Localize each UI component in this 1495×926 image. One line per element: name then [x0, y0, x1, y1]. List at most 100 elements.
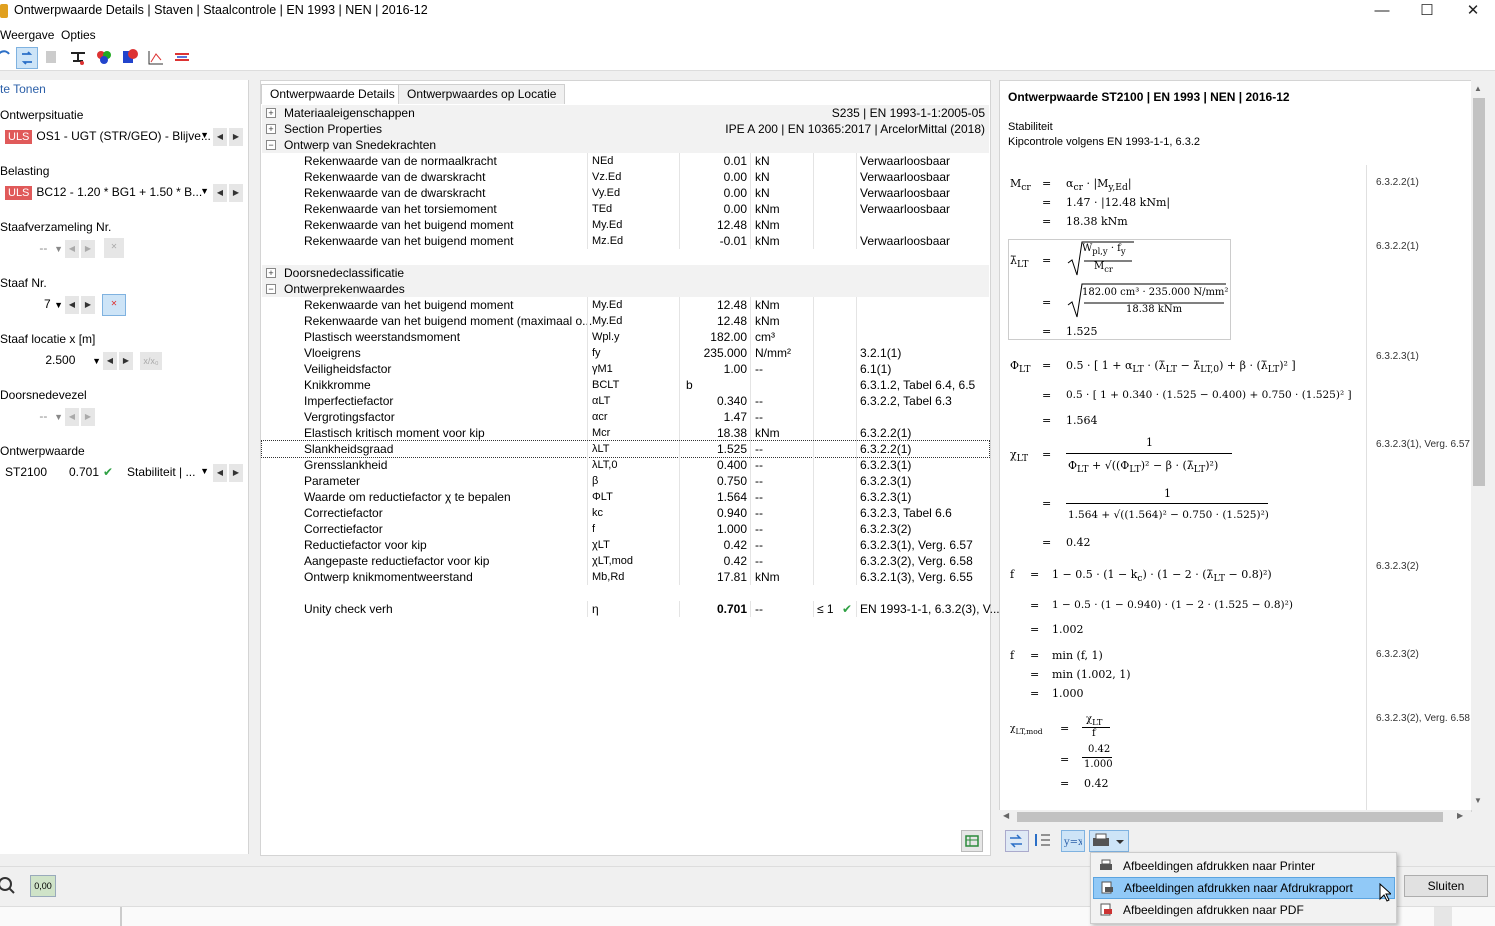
unity-check-row[interactable]: Unity check verh η 0.701 -- ≤ 1 ✔ EN 199… [262, 601, 1000, 617]
equals: = [1042, 359, 1052, 372]
minimize-icon[interactable]: — [1359, 0, 1405, 24]
refresh-icon[interactable] [0, 47, 14, 67]
pick-icon[interactable]: ✕ [104, 238, 124, 258]
menu-opties[interactable]: Opties [61, 28, 96, 42]
close-icon[interactable]: ✕ [1450, 0, 1495, 24]
staafverz-select[interactable]: -- ▼ [0, 240, 64, 260]
prev-doorsnede-button[interactable]: ◀ [65, 408, 79, 426]
help-icon[interactable] [0, 875, 16, 895]
export-table-icon[interactable] [961, 830, 983, 852]
table-row[interactable]: Rekenwaarde van het buigend moment My.Ed 1… [262, 217, 989, 233]
column-divider [587, 473, 588, 489]
collapse-icon[interactable]: − [266, 140, 276, 150]
situatie-select[interactable]: ULS OS1 - UGT (STR/GEO) - Blijve... ▼ [4, 128, 212, 148]
collapse-icon[interactable]: − [266, 284, 276, 294]
table-row[interactable]: Aangepaste reductiefactor voor kip χLT,mo… [262, 553, 989, 569]
section-icon[interactable] [42, 47, 62, 67]
info-icon[interactable] [120, 47, 140, 67]
table-row[interactable]: Rekenwaarde van de dwarskracht Vz.Ed 0.00 k… [262, 169, 989, 185]
scroll-right-icon[interactable]: ▶ [1457, 811, 1463, 820]
table-row[interactable]: Plastisch weerstandsmoment Wpl.y 182.00 cm³ [262, 329, 989, 345]
member-icon[interactable] [68, 47, 88, 67]
scroll-left-icon[interactable]: ◀ [1003, 811, 1009, 820]
table-row[interactable]: Vloeigrens fy 235.000 N/mm² 3.2.1(1) [262, 345, 989, 361]
close-button[interactable]: Sluiten [1404, 875, 1488, 897]
menu-item-print-pdf[interactable]: Afbeeldingen afdrukken naar PDF [1093, 900, 1393, 920]
column-divider [750, 537, 751, 553]
table-row[interactable]: Waarde om reductiefactor χ te bepalen ΦLT… [262, 489, 989, 505]
prev-belasting-button[interactable]: ◀ [213, 184, 227, 202]
table-row[interactable]: Slankheidsgraad λLT 1.525 -- 6.3.2.2(1) [261, 440, 990, 458]
formula-view-icon[interactable]: y=x [1061, 830, 1085, 852]
resize-grip[interactable] [1434, 907, 1452, 926]
decimal-places-icon[interactable]: 0,00 [30, 875, 56, 897]
next-staaf-button[interactable]: ▶ [81, 296, 95, 314]
staaf-select[interactable]: 7 ▼ [0, 296, 64, 316]
doorsnede-select[interactable]: -- ▼ [0, 408, 64, 428]
prev-situatie-button[interactable]: ◀ [213, 128, 227, 146]
expand-icon[interactable]: + [266, 108, 276, 118]
table-row[interactable]: Rekenwaarde van de dwarskracht Vy.Ed 0.00 k… [262, 185, 989, 201]
swap-icon[interactable] [1005, 830, 1029, 852]
print-dropdown-button[interactable] [1089, 830, 1129, 852]
ontwerp-select[interactable]: ST2100 0.701 ✔ Stabiliteit | ... ▼ [4, 464, 212, 484]
menu-weergave[interactable]: Weergave [0, 28, 54, 42]
table-row[interactable]: Rekenwaarde van het torsiemoment TEd 0.00 k… [262, 201, 989, 217]
tab-ontwerpwaardes-op-locatie[interactable]: Ontwerpwaardes op Locatie [398, 84, 566, 104]
next-belasting-button[interactable]: ▶ [229, 184, 243, 202]
scroll-thumb[interactable] [1017, 812, 1443, 822]
prev-ontwerp-button[interactable]: ◀ [213, 464, 227, 482]
group-row-rekenwaardes[interactable]: − Ontwerprekenwaardes [262, 281, 989, 297]
group-row-materiaal[interactable]: + Materiaaleigenschappen S235 | EN 1993-… [262, 105, 989, 121]
table-row[interactable]: Vergrotingsfactor αcr 1.47 -- [262, 409, 989, 425]
diagram-icon[interactable] [146, 47, 166, 67]
scroll-thumb[interactable] [1473, 98, 1485, 486]
table-row[interactable]: Ontwerp knikmomentweerstand Mb,Rd 17.81 kNm… [262, 569, 989, 585]
table-row[interactable]: Rekenwaarde van het buigend moment Mz.Ed -… [262, 233, 989, 249]
next-situatie-button[interactable]: ▶ [229, 128, 243, 146]
expand-icon[interactable]: + [266, 124, 276, 134]
expand-icon[interactable]: + [266, 268, 276, 278]
horizontal-scrollbar[interactable]: ◀ ▶ [999, 810, 1471, 824]
vertical-scrollbar[interactable]: ▲ ▼ [1471, 80, 1487, 810]
scroll-down-icon[interactable]: ▼ [1474, 796, 1482, 805]
table-row[interactable]: Parameter β 0.750 -- 6.3.2.3(1) [262, 473, 989, 489]
table-row[interactable]: Rekenwaarde van het buigend moment My.Ed 1… [262, 297, 989, 313]
maximize-icon[interactable]: ☐ [1404, 0, 1450, 24]
locatie-select[interactable]: 2.500 ▼ [0, 352, 102, 372]
table-row[interactable]: Elastisch kritisch moment voor kip Mcr 18.… [262, 425, 989, 441]
prev-locatie-button[interactable]: ◀ [103, 352, 117, 370]
table-row[interactable]: Grensslankheid λLT,0 0.400 -- 6.3.2.3(1) [262, 457, 989, 473]
table-row[interactable]: Knikkromme BCLT b 6.3.1.2, Tabel 6.4, 6.5 [262, 377, 989, 393]
group-row-section[interactable]: + Section Properties IPE A 200 | EN 1036… [262, 121, 989, 137]
sync-view-icon[interactable] [16, 47, 38, 69]
table-row[interactable]: Veiligheidsfactor γM1 1.00 -- 6.1(1) [262, 361, 989, 377]
tab-ontwerpwaarde-details[interactable]: Ontwerpwaarde Details [261, 84, 404, 104]
next-locatie-button[interactable]: ▶ [119, 352, 133, 370]
stress-icon[interactable] [172, 47, 192, 67]
scroll-up-icon[interactable]: ▲ [1474, 84, 1482, 93]
row-unit: -- [755, 554, 763, 568]
menu-item-print-report[interactable]: Afbeeldingen afdrukken naar Afdrukrappor… [1093, 877, 1395, 899]
pick-member-icon[interactable]: ✕ [102, 294, 126, 316]
table-row[interactable]: Rekenwaarde van de normaalkracht NEd 0.01 k… [262, 153, 989, 169]
prev-staaf-button[interactable]: ◀ [65, 296, 79, 314]
table-row[interactable]: Reductiefactor voor kip χLT 0.42 -- 6.3.2.3(… [262, 537, 989, 553]
next-staafverz-button[interactable]: ▶ [81, 240, 95, 258]
table-row[interactable]: Correctiefactor f 1.000 -- 6.3.2.3(2) [262, 521, 989, 537]
table-row[interactable]: Rekenwaarde van het buigend moment (maxi… [262, 313, 989, 329]
table-row[interactable]: Imperfectiefactor αLT 0.340 -- 6.3.2.2, Tabe… [262, 393, 989, 409]
relative-location-icon[interactable]: x/x₀ [140, 352, 162, 370]
formula-symbol: Mcr [1010, 177, 1031, 194]
colors-icon[interactable] [94, 47, 114, 67]
belasting-select[interactable]: ULS BC12 - 1.20 * BG1 + 1.50 * B... ▼ [4, 184, 212, 204]
next-doorsnede-button[interactable]: ▶ [81, 408, 95, 426]
column-divider [813, 537, 814, 553]
group-row-snedekrachten[interactable]: − Ontwerp van Snedekrachten [262, 137, 989, 153]
table-row[interactable]: Correctiefactor kc 0.940 -- 6.3.2.3, Tabel 6… [262, 505, 989, 521]
prev-staafverz-button[interactable]: ◀ [65, 240, 79, 258]
list-indent-icon[interactable] [1033, 830, 1055, 850]
next-ontwerp-button[interactable]: ▶ [229, 464, 243, 482]
menu-item-print-printer[interactable]: Afbeeldingen afdrukken naar Printer [1093, 856, 1393, 876]
group-row-doorsnede[interactable]: + Doorsnedeclassificatie [262, 265, 989, 281]
